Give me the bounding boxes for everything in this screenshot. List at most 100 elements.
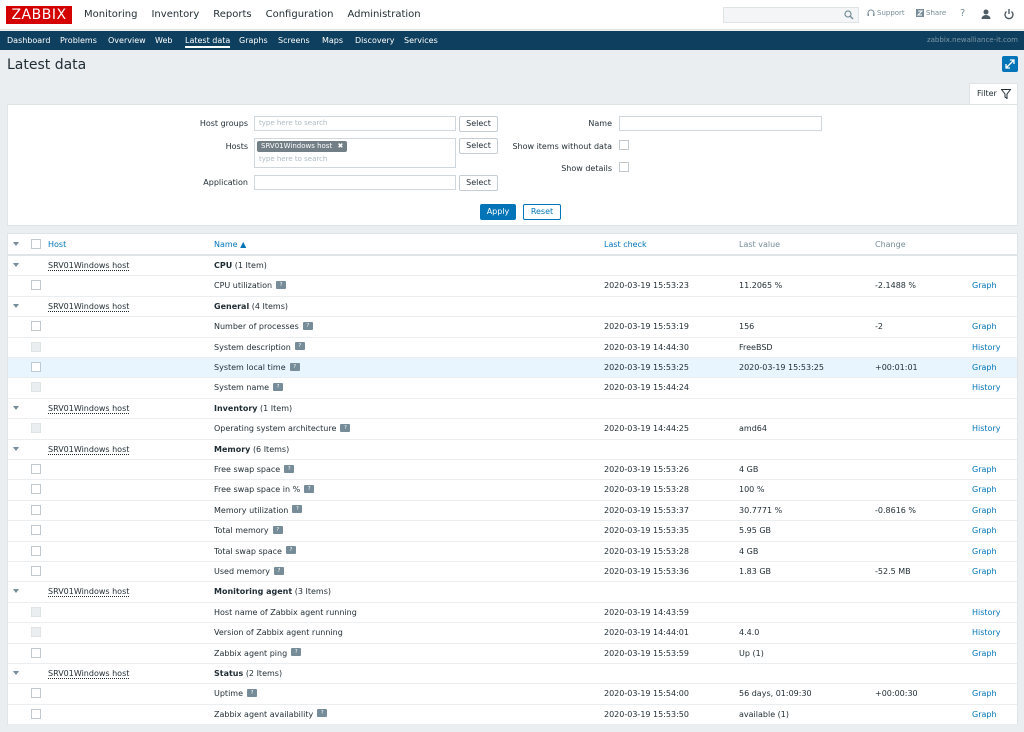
- host-groups-input[interactable]: type here to search: [254, 116, 456, 131]
- name-input[interactable]: [619, 116, 822, 131]
- support-link[interactable]: Support: [867, 9, 905, 17]
- application-select-button[interactable]: Select: [459, 175, 498, 191]
- item-description-hint-icon[interactable]: ?: [292, 505, 303, 514]
- row-checkbox[interactable]: [31, 504, 41, 515]
- host-link[interactable]: SRV01Windows host: [48, 669, 130, 679]
- hosts-select-button[interactable]: Select: [459, 138, 498, 154]
- hosts-input[interactable]: SRV01Windows host ✖ type here to search: [254, 138, 456, 168]
- row-checkbox[interactable]: [31, 708, 41, 719]
- subnav-latest-data[interactable]: Latest data: [185, 31, 231, 48]
- zabbix-logo[interactable]: ZABBIX: [6, 6, 72, 24]
- collapse-group-icon[interactable]: [13, 671, 19, 675]
- graph-link[interactable]: Graph: [972, 480, 997, 499]
- row-checkbox[interactable]: [31, 688, 41, 699]
- remove-host-icon[interactable]: ✖: [337, 142, 343, 150]
- column-last-check[interactable]: Last check: [604, 234, 647, 255]
- subnav-services[interactable]: Services: [404, 31, 438, 50]
- row-checkbox[interactable]: [31, 484, 41, 495]
- collapse-group-icon[interactable]: [13, 263, 19, 267]
- item-description-hint-icon[interactable]: ?: [274, 566, 284, 575]
- menu-monitoring[interactable]: Monitoring: [84, 0, 137, 30]
- subnav-screens[interactable]: Screens: [278, 31, 310, 50]
- item-description-hint-icon[interactable]: ?: [317, 709, 328, 718]
- collapse-group-icon[interactable]: [13, 589, 19, 594]
- host-link[interactable]: SRV01Windows host: [48, 444, 130, 455]
- history-link[interactable]: History: [972, 623, 1000, 642]
- global-search-input[interactable]: [723, 7, 859, 23]
- show-items-without-data-checkbox[interactable]: [619, 140, 629, 150]
- row-checkbox[interactable]: [31, 464, 41, 474]
- history-link[interactable]: History: [972, 378, 1000, 397]
- history-link[interactable]: History: [972, 419, 1000, 438]
- graph-link[interactable]: Graph: [972, 644, 997, 663]
- table-row: Free swap space in %? 2020-03-19 15:53:28…: [8, 480, 1017, 501]
- host-link[interactable]: SRV01Windows host: [48, 403, 130, 414]
- item-description-hint-icon[interactable]: ?: [273, 382, 284, 391]
- row-checkbox[interactable]: [31, 280, 41, 291]
- item-description-hint-icon[interactable]: ?: [302, 321, 313, 330]
- item-description-hint-icon[interactable]: ?: [285, 546, 296, 555]
- host-groups-select-button[interactable]: Select: [459, 116, 498, 132]
- graph-link[interactable]: Graph: [972, 542, 997, 561]
- show-details-checkbox[interactable]: [619, 162, 629, 172]
- graph-link[interactable]: Graph: [972, 562, 997, 581]
- history-link[interactable]: History: [972, 338, 1000, 357]
- host-link[interactable]: SRV01Windows host: [48, 261, 130, 271]
- help-icon[interactable]: ?: [960, 8, 968, 20]
- subnav-discovery[interactable]: Discovery: [355, 31, 395, 50]
- item-description-hint-icon[interactable]: ?: [247, 688, 258, 697]
- graph-link[interactable]: Graph: [972, 460, 997, 479]
- subnav-dashboard[interactable]: Dashboard: [7, 31, 50, 50]
- item-description-hint-icon[interactable]: ?: [276, 280, 287, 289]
- row-checkbox[interactable]: [31, 566, 41, 576]
- graph-link[interactable]: Graph: [972, 501, 997, 520]
- subnav-overview[interactable]: Overview: [108, 31, 146, 50]
- item-description-hint-icon[interactable]: ?: [340, 423, 351, 432]
- fullscreen-button[interactable]: [1002, 56, 1018, 72]
- graph-link[interactable]: Graph: [972, 276, 997, 295]
- menu-inventory[interactable]: Inventory: [151, 0, 199, 30]
- column-name[interactable]: Name ▲: [214, 234, 246, 255]
- host-link[interactable]: SRV01Windows host: [48, 587, 130, 598]
- host-link[interactable]: SRV01Windows host: [48, 301, 130, 312]
- user-profile-icon[interactable]: [980, 8, 992, 20]
- subnav-graphs[interactable]: Graphs: [239, 31, 268, 50]
- subnav-web[interactable]: Web: [155, 31, 172, 50]
- row-checkbox[interactable]: [31, 362, 41, 372]
- collapse-all-icon[interactable]: [13, 242, 19, 246]
- subnav-problems[interactable]: Problems: [60, 31, 97, 50]
- menu-reports[interactable]: Reports: [213, 0, 251, 30]
- filter-tab[interactable]: Filter: [969, 83, 1018, 104]
- menu-administration[interactable]: Administration: [347, 0, 420, 30]
- collapse-group-icon[interactable]: [13, 405, 19, 410]
- item-description-hint-icon[interactable]: ?: [304, 484, 315, 493]
- column-host[interactable]: Host: [48, 234, 66, 255]
- item-description-hint-icon[interactable]: ?: [291, 648, 302, 657]
- item-description-hint-icon[interactable]: ?: [284, 464, 295, 473]
- graph-link[interactable]: Graph: [972, 317, 997, 336]
- collapse-group-icon[interactable]: [13, 446, 19, 451]
- search-icon[interactable]: [844, 10, 854, 20]
- application-input[interactable]: [254, 175, 456, 190]
- row-checkbox[interactable]: [31, 321, 41, 332]
- subnav-maps[interactable]: Maps: [322, 31, 343, 50]
- history-link[interactable]: History: [972, 603, 1000, 622]
- apply-button[interactable]: Apply: [480, 204, 516, 220]
- graph-link[interactable]: Graph: [972, 684, 997, 703]
- graph-link[interactable]: Graph: [972, 705, 997, 724]
- row-checkbox[interactable]: [31, 545, 41, 556]
- menu-configuration[interactable]: Configuration: [266, 0, 334, 30]
- collapse-group-icon[interactable]: [13, 303, 19, 308]
- row-checkbox[interactable]: [31, 647, 41, 658]
- row-checkbox[interactable]: [31, 525, 41, 536]
- graph-link[interactable]: Graph: [972, 358, 997, 377]
- graph-link[interactable]: Graph: [972, 521, 997, 540]
- logout-icon[interactable]: [1003, 8, 1015, 20]
- share-link[interactable]: Share: [916, 9, 946, 17]
- item-description-hint-icon[interactable]: ?: [272, 525, 283, 534]
- selected-host-tag[interactable]: SRV01Windows host ✖: [257, 141, 348, 152]
- item-description-hint-icon[interactable]: ?: [294, 342, 305, 351]
- select-all-checkbox[interactable]: [31, 239, 41, 249]
- item-description-hint-icon[interactable]: ?: [289, 362, 300, 371]
- reset-button[interactable]: Reset: [523, 204, 561, 220]
